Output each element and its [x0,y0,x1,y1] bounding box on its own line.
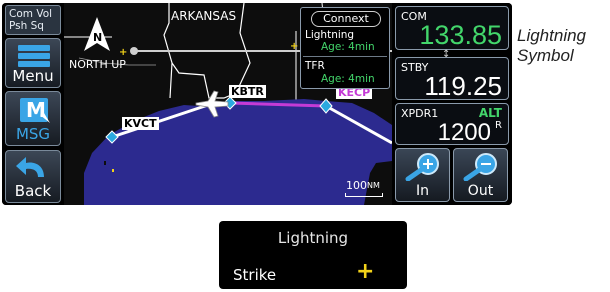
map-view[interactable]: + + N ARKANSAS NORTH UP KBTR KVCT KECP 1… [64,3,392,205]
ownship-aircraft-icon [195,90,229,118]
left-softkey-column: Com Vol Psh Sq Menu M MSG Back [2,3,64,205]
lightning-item-age: Age: 4min [321,41,375,53]
tfr-item-age: Age: 4min [321,73,375,85]
scale-value: 100 [346,179,367,192]
menu-label: Menu [12,67,54,85]
menu-list-icon [18,45,50,67]
zoom-in-button[interactable]: In [395,148,450,202]
zoom-out-magnifier-icon [463,153,497,181]
back-label: Back [14,182,52,200]
svg-text:+: + [119,47,127,58]
xpdr-label: XPDR1 [401,107,439,120]
svg-text:+: + [290,41,298,52]
airport-label-kvct[interactable]: KVCT [122,117,159,130]
lightning-strike-icon: + [356,259,375,284]
com-frequency: 133.85 [419,20,502,50]
msg-label: MSG [15,125,51,143]
north-arrow-icon: N [84,17,110,51]
xpdr-suffix: R [495,120,502,131]
xpdr-mode: ALT [478,106,502,120]
legend-strike-label: Strike [233,266,277,284]
callout-line1: Lightning [517,26,587,45]
zoom-in-label: In [415,183,429,199]
xpdr-code: 1200 [437,119,491,146]
com-active-frequency-box[interactable]: COM 133.85 [395,6,509,50]
com-volume-knob-label[interactable]: Com Vol Psh Sq [5,5,61,35]
com-vol-line2: Psh Sq [9,20,44,32]
region-label: ARKANSAS [171,9,237,23]
menu-button[interactable]: Menu [5,38,61,88]
com-standby-frequency-box[interactable]: STBY 119.25 [395,57,509,101]
zoom-out-button[interactable]: Out [453,148,508,202]
lightning-symbol-callout: Lightning Symbol [517,26,609,66]
right-radio-column: COM 133.85 ↕ STBY 119.25 XPDR1 ALT 1200 … [392,3,512,205]
map-scale: 100 NM [344,179,386,199]
message-envelope-icon: M [20,98,50,123]
callout-line2: Symbol [517,46,574,65]
transponder-box[interactable]: XPDR1 ALT 1200 R [395,103,509,146]
scale-unit: NM [367,181,380,190]
back-button[interactable]: Back [5,150,61,203]
connext-overlay-panel[interactable]: Connext Lightning Age: 4min TFR Age: 4mi… [300,7,390,89]
device-screen: Com Vol Psh Sq Menu M MSG Back + + N ARK… [2,3,512,205]
lightning-item-label: Lightning [305,29,355,41]
msg-button[interactable]: M MSG [5,91,61,146]
stby-frequency: 119.25 [424,71,502,101]
back-arrow-icon [16,157,44,177]
lightning-legend: Lightning Strike + [219,221,407,289]
zoom-in-magnifier-icon [405,153,439,181]
com-vol-line1: Com Vol [9,8,53,20]
svg-text:N: N [93,31,102,44]
tfr-item-label: TFR [305,60,325,72]
airport-label-kbtr[interactable]: KBTR [229,85,266,98]
legend-title: Lightning [277,229,349,247]
connext-title-text: Connext [323,12,369,25]
connext-title: Connext [311,11,381,27]
svg-text:M: M [26,98,46,122]
zoom-out-label: Out [467,183,494,199]
orientation-label[interactable]: NORTH UP [69,58,126,71]
